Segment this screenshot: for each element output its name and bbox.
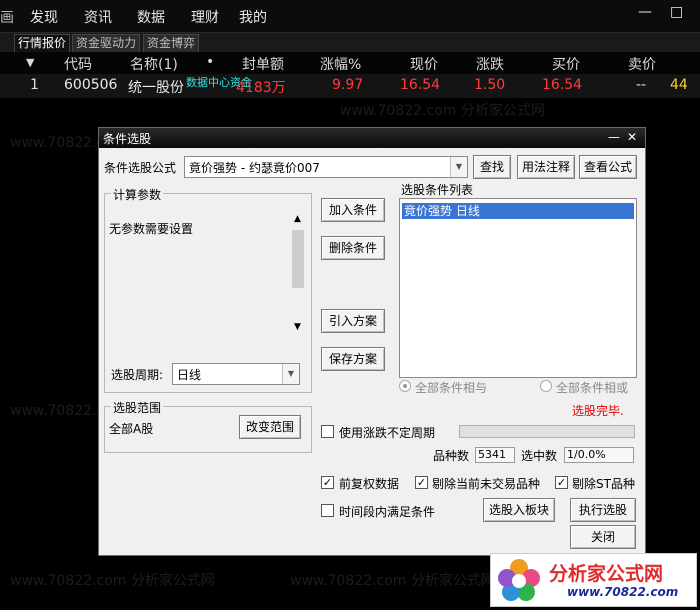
exclude-untraded-checkbox[interactable]: ✓ <box>415 476 428 489</box>
menu-item-mine[interactable]: 我的 <box>239 7 267 27</box>
row-extra: 44 <box>670 77 688 93</box>
selected-label: 选中数 <box>521 449 558 463</box>
row-code: 600506 <box>64 77 118 93</box>
uncertain-period-label: 使用涨跌不定周期 <box>339 426 436 440</box>
row-change: 1.50 <box>474 77 506 93</box>
params-title: 计算参数 <box>111 186 164 203</box>
dialog-minimize-icon[interactable]: — <box>608 130 620 144</box>
dialog-title: 条件选股 <box>103 132 152 146</box>
exclude-untraded-label: 剔除当前未交易品种 <box>432 477 541 491</box>
exclude-st-label: 剔除ST品种 <box>572 477 635 491</box>
period-select[interactable]: 日线 ▼ <box>172 363 300 385</box>
params-group: 计算参数 无参数需要设置 ▲ ▼ 选股周期: 日线 ▼ <box>104 186 312 393</box>
period-satisfy-checkbox[interactable] <box>321 504 334 517</box>
tab-quotes[interactable]: 行情报价 <box>14 34 71 53</box>
watermark: www.70822.com 分析家公式网 <box>340 103 545 119</box>
table-header: ▼ 代码 名称(1) • 封单额 涨幅% 现价 涨跌 买价 卖价 <box>0 52 700 74</box>
add-condition-button[interactable]: 加入条件 <box>321 198 385 222</box>
menu-item-finance[interactable]: 理财 <box>191 7 219 27</box>
scroll-up-icon[interactable]: ▲ <box>294 214 301 224</box>
condition-list-title: 选股条件列表 <box>401 183 474 197</box>
sort-arrow-icon[interactable]: ▼ <box>26 56 34 69</box>
column-bid[interactable]: 买价 <box>552 54 580 74</box>
quote-tabs: 行情报价 资金驱动力 资金博弈 <box>0 33 700 53</box>
status-text: 选股完毕. <box>572 404 624 418</box>
pre-rights-label: 前复权数据 <box>339 477 400 491</box>
menu-item-discover[interactable]: 发现 <box>30 7 58 27</box>
radio-all-and-label: 全部条件相与 <box>415 381 488 395</box>
formula-select[interactable]: 竟价强势 - 约瑟竟价007 ▼ <box>184 156 468 178</box>
count-label: 品种数 <box>433 449 470 463</box>
import-plan-button[interactable]: 引入方案 <box>321 309 385 333</box>
formula-value: 竟价强势 - 约瑟竟价007 <box>189 161 320 175</box>
restore-button[interactable]: □ <box>670 4 683 20</box>
count-value: 5341 <box>475 447 515 463</box>
menu-item-news[interactable]: 资讯 <box>84 7 112 27</box>
tab-fund-game[interactable]: 资金博弈 <box>143 34 200 53</box>
chevron-down-icon[interactable]: ▼ <box>282 364 299 384</box>
row-name: 统一股份 <box>128 80 184 96</box>
column-change[interactable]: 涨跌 <box>476 54 504 74</box>
close-button[interactable]: 关闭 <box>570 525 636 549</box>
column-name[interactable]: 名称(1) <box>130 54 178 74</box>
flower-logo-icon <box>498 559 540 601</box>
table-row[interactable]: 1 600506 统一股份 数据中心资金 4183万 9.97 16.54 1.… <box>0 74 700 98</box>
radio-all-or[interactable] <box>540 380 552 392</box>
params-scrollbar[interactable]: ▲ ▼ <box>291 214 305 334</box>
list-item[interactable]: 竟价强势 日线 <box>402 203 634 219</box>
watermark: www.70822.com 分析家公式网 <box>290 573 495 589</box>
column-seal-amount[interactable]: 封单额 <box>242 54 284 74</box>
uncertain-period-checkbox[interactable] <box>321 425 334 438</box>
row-change-pct: 9.97 <box>332 77 364 93</box>
column-price[interactable]: 现价 <box>410 54 438 74</box>
scroll-down-icon[interactable]: ▼ <box>294 322 301 332</box>
row-seal-amount: 4183万 <box>236 80 286 96</box>
dialog-close-icon[interactable]: ✕ <box>627 130 637 144</box>
chevron-down-icon[interactable]: ▼ <box>450 157 467 177</box>
view-formula-button[interactable]: 查看公式 <box>579 155 637 179</box>
change-range-button[interactable]: 改变范围 <box>239 415 301 439</box>
row-bid: 16.54 <box>542 77 583 93</box>
logo-title: 分析家公式网 <box>549 563 664 585</box>
column-dot: • <box>206 54 215 70</box>
radio-all-and[interactable] <box>399 380 411 392</box>
radio-all-or-label: 全部条件相或 <box>556 381 629 395</box>
execute-select-button[interactable]: 执行选股 <box>570 498 636 522</box>
row-price: 16.54 <box>400 77 441 93</box>
to-block-button[interactable]: 选股入板块 <box>483 498 555 522</box>
range-value: 全部A股 <box>109 422 154 436</box>
condition-list[interactable]: 竟价强势 日线 <box>399 198 637 378</box>
params-text: 无参数需要设置 <box>109 222 194 236</box>
period-label: 选股周期: <box>111 368 164 382</box>
column-change-pct[interactable]: 涨幅% <box>320 54 361 74</box>
logo-badge: 分析家公式网 www.70822.com <box>490 553 697 607</box>
range-group: 选股范围 全部A股 改变范围 <box>104 399 312 453</box>
selected-value: 1/0.0% <box>564 447 634 463</box>
range-title: 选股范围 <box>111 399 164 416</box>
column-code[interactable]: 代码 <box>64 54 92 74</box>
menu-item-partial[interactable]: 画 <box>0 7 14 27</box>
formula-label: 条件选股公式 <box>104 161 177 175</box>
progress-bar <box>459 425 635 438</box>
find-button[interactable]: 查找 <box>473 155 511 179</box>
row-ask: -- <box>636 77 647 93</box>
period-satisfy-label: 时间段内满足条件 <box>339 505 436 519</box>
logo-url: www.70822.com <box>567 585 679 599</box>
tab-fund-driver[interactable]: 资金驱动力 <box>72 34 141 53</box>
save-plan-button[interactable]: 保存方案 <box>321 347 385 371</box>
pre-rights-checkbox[interactable]: ✓ <box>321 476 334 489</box>
menu-bar: 画 发现 资讯 数据 理财 我的 — □ <box>0 0 700 33</box>
dialog-title-bar[interactable]: 条件选股 — ✕ <box>99 128 645 148</box>
menu-item-data[interactable]: 数据 <box>137 7 165 27</box>
row-index: 1 <box>30 77 39 93</box>
condition-select-dialog: 条件选股 — ✕ 条件选股公式 竟价强势 - 约瑟竟价007 ▼ 查找 用法注释… <box>98 127 646 556</box>
minimize-button[interactable]: — <box>638 4 652 20</box>
watermark: www.70822.com 分析家公式网 <box>10 573 215 589</box>
exclude-st-checkbox[interactable]: ✓ <box>555 476 568 489</box>
delete-condition-button[interactable]: 删除条件 <box>321 236 385 260</box>
scroll-thumb[interactable] <box>292 230 304 288</box>
period-value: 日线 <box>177 368 202 382</box>
usage-notes-button[interactable]: 用法注释 <box>517 155 575 179</box>
column-ask[interactable]: 卖价 <box>628 54 656 74</box>
